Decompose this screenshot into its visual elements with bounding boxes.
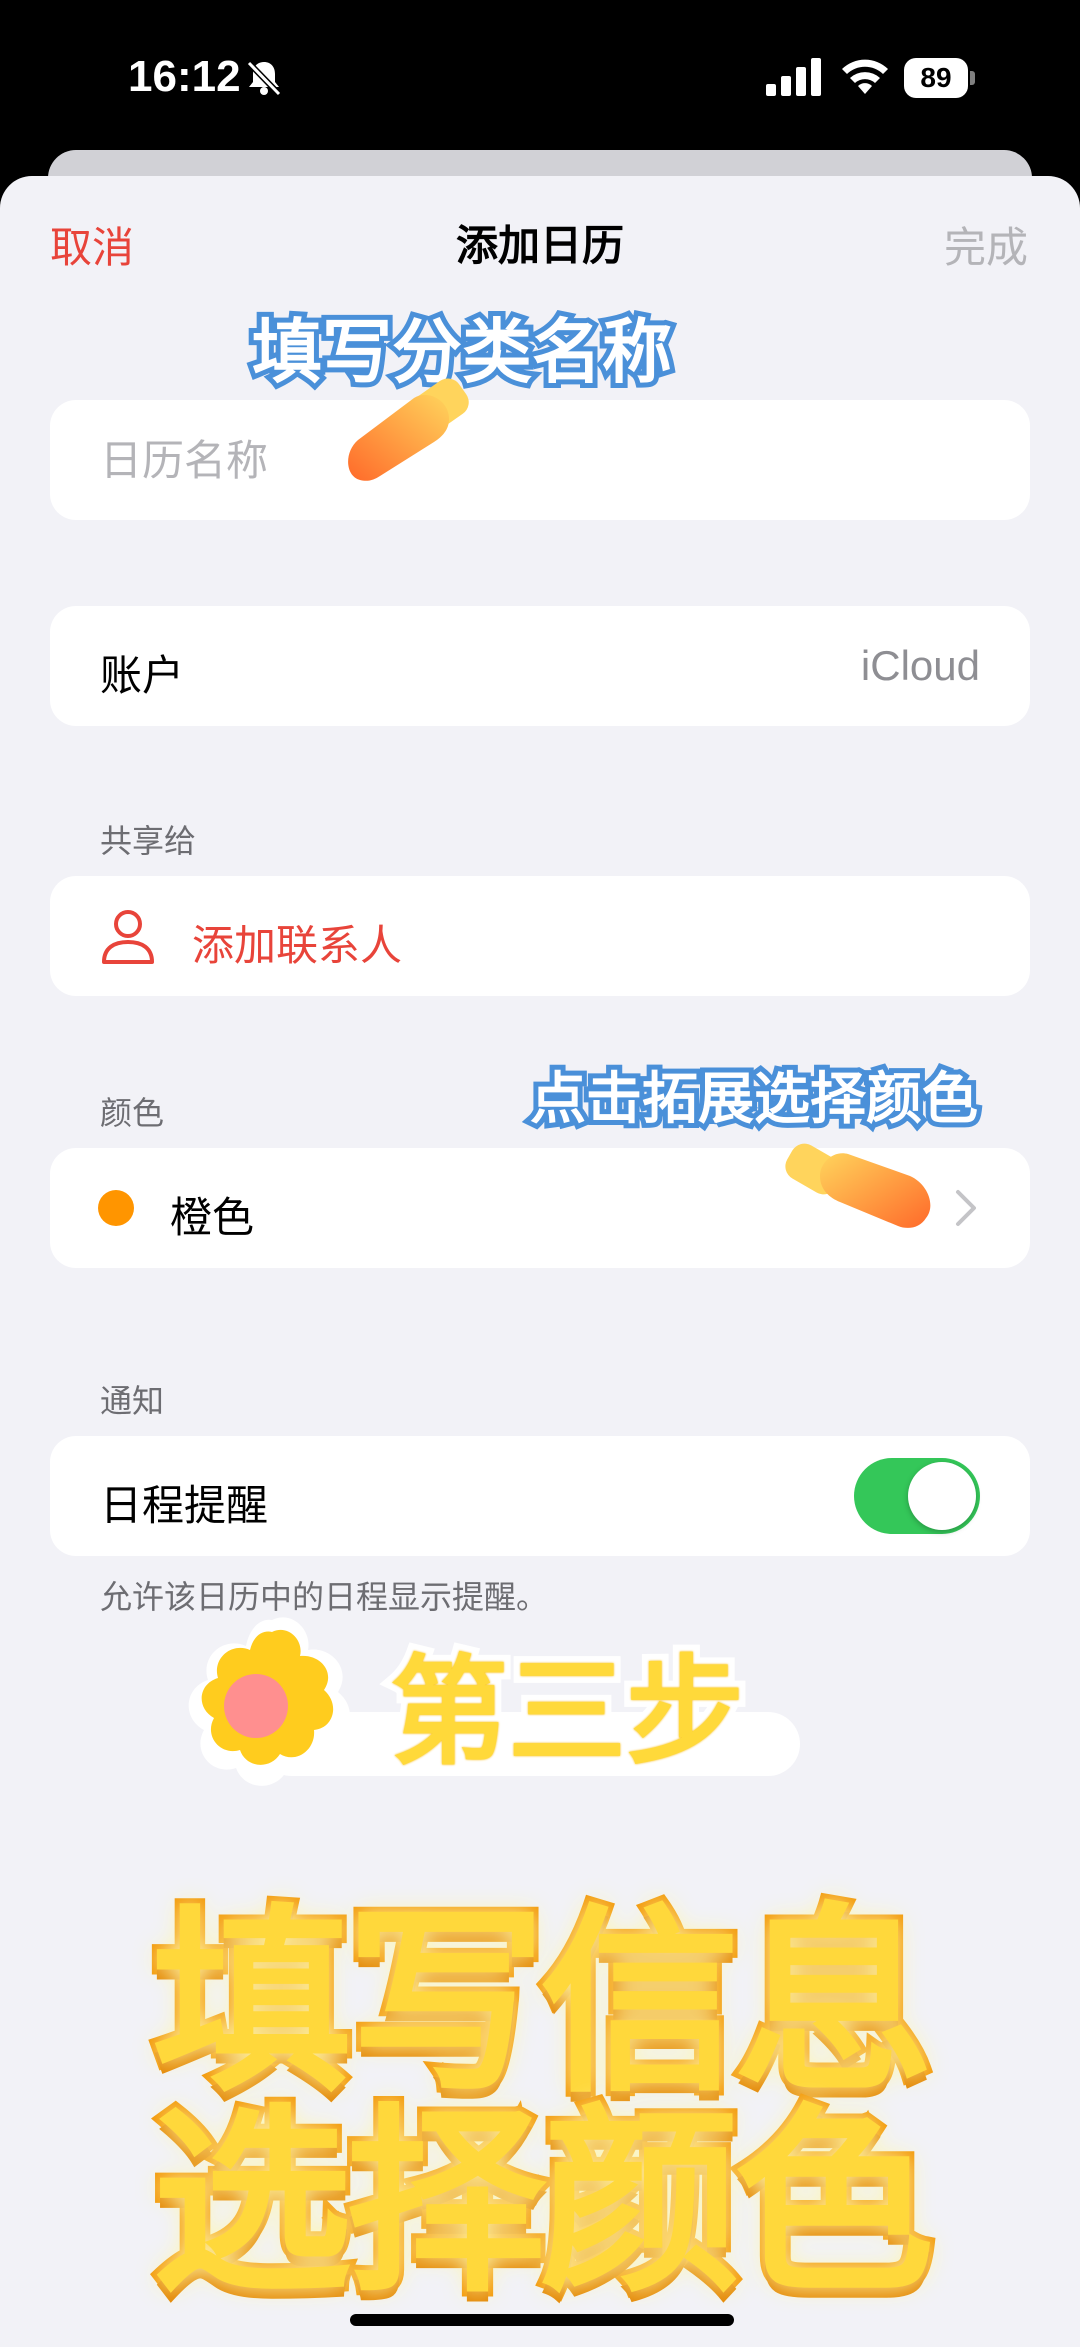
bell-slash-icon: [246, 60, 282, 97]
calendar-name-input[interactable]: [50, 400, 1030, 520]
pointer-arrow-icon: [348, 378, 469, 481]
cellular-signal-icon: [766, 58, 821, 96]
page-title: 添加日历: [455, 221, 624, 270]
wifi-icon: [842, 59, 888, 94]
done-button[interactable]: 完成: [944, 214, 1028, 275]
headline-line-2: 选择颜色: [147, 2082, 939, 2325]
pointer-arrow-icon-2: [785, 1143, 931, 1228]
home-indicator: [350, 2314, 734, 2326]
account-value: iCloud: [860, 642, 980, 689]
battery-level: 89: [904, 58, 968, 98]
account-row[interactable]: 账户 iCloud: [50, 606, 1030, 726]
flower-sticker-icon: [188, 1617, 351, 1786]
person-icon: [102, 910, 154, 964]
share-section-label: 共享给: [100, 822, 197, 860]
battery-icon: 89: [904, 58, 976, 98]
event-alerts-row: 日程提醒: [50, 1436, 1030, 1556]
chevron-right-icon: [956, 1190, 976, 1226]
event-alerts-toggle[interactable]: [854, 1458, 980, 1534]
account-label: 账户: [100, 651, 185, 700]
status-time: 16:12: [128, 52, 241, 101]
status-bar: 16:12 89: [0, 0, 1080, 150]
add-contact-label: 添加联系人: [192, 921, 403, 970]
event-alerts-label: 日程提醒: [100, 1481, 269, 1530]
add-contact-row[interactable]: 添加联系人: [50, 876, 1030, 996]
color-section-label: 颜色: [100, 1094, 165, 1132]
notify-section-label: 通知: [100, 1382, 165, 1420]
callout-choose-color: 点击拓展选择颜色: [525, 1062, 983, 1137]
step-label: 第三步: [383, 1636, 751, 1788]
calendar-name-group: [50, 400, 1030, 520]
color-value: 橙色: [170, 1193, 255, 1242]
color-swatch: [98, 1190, 134, 1226]
